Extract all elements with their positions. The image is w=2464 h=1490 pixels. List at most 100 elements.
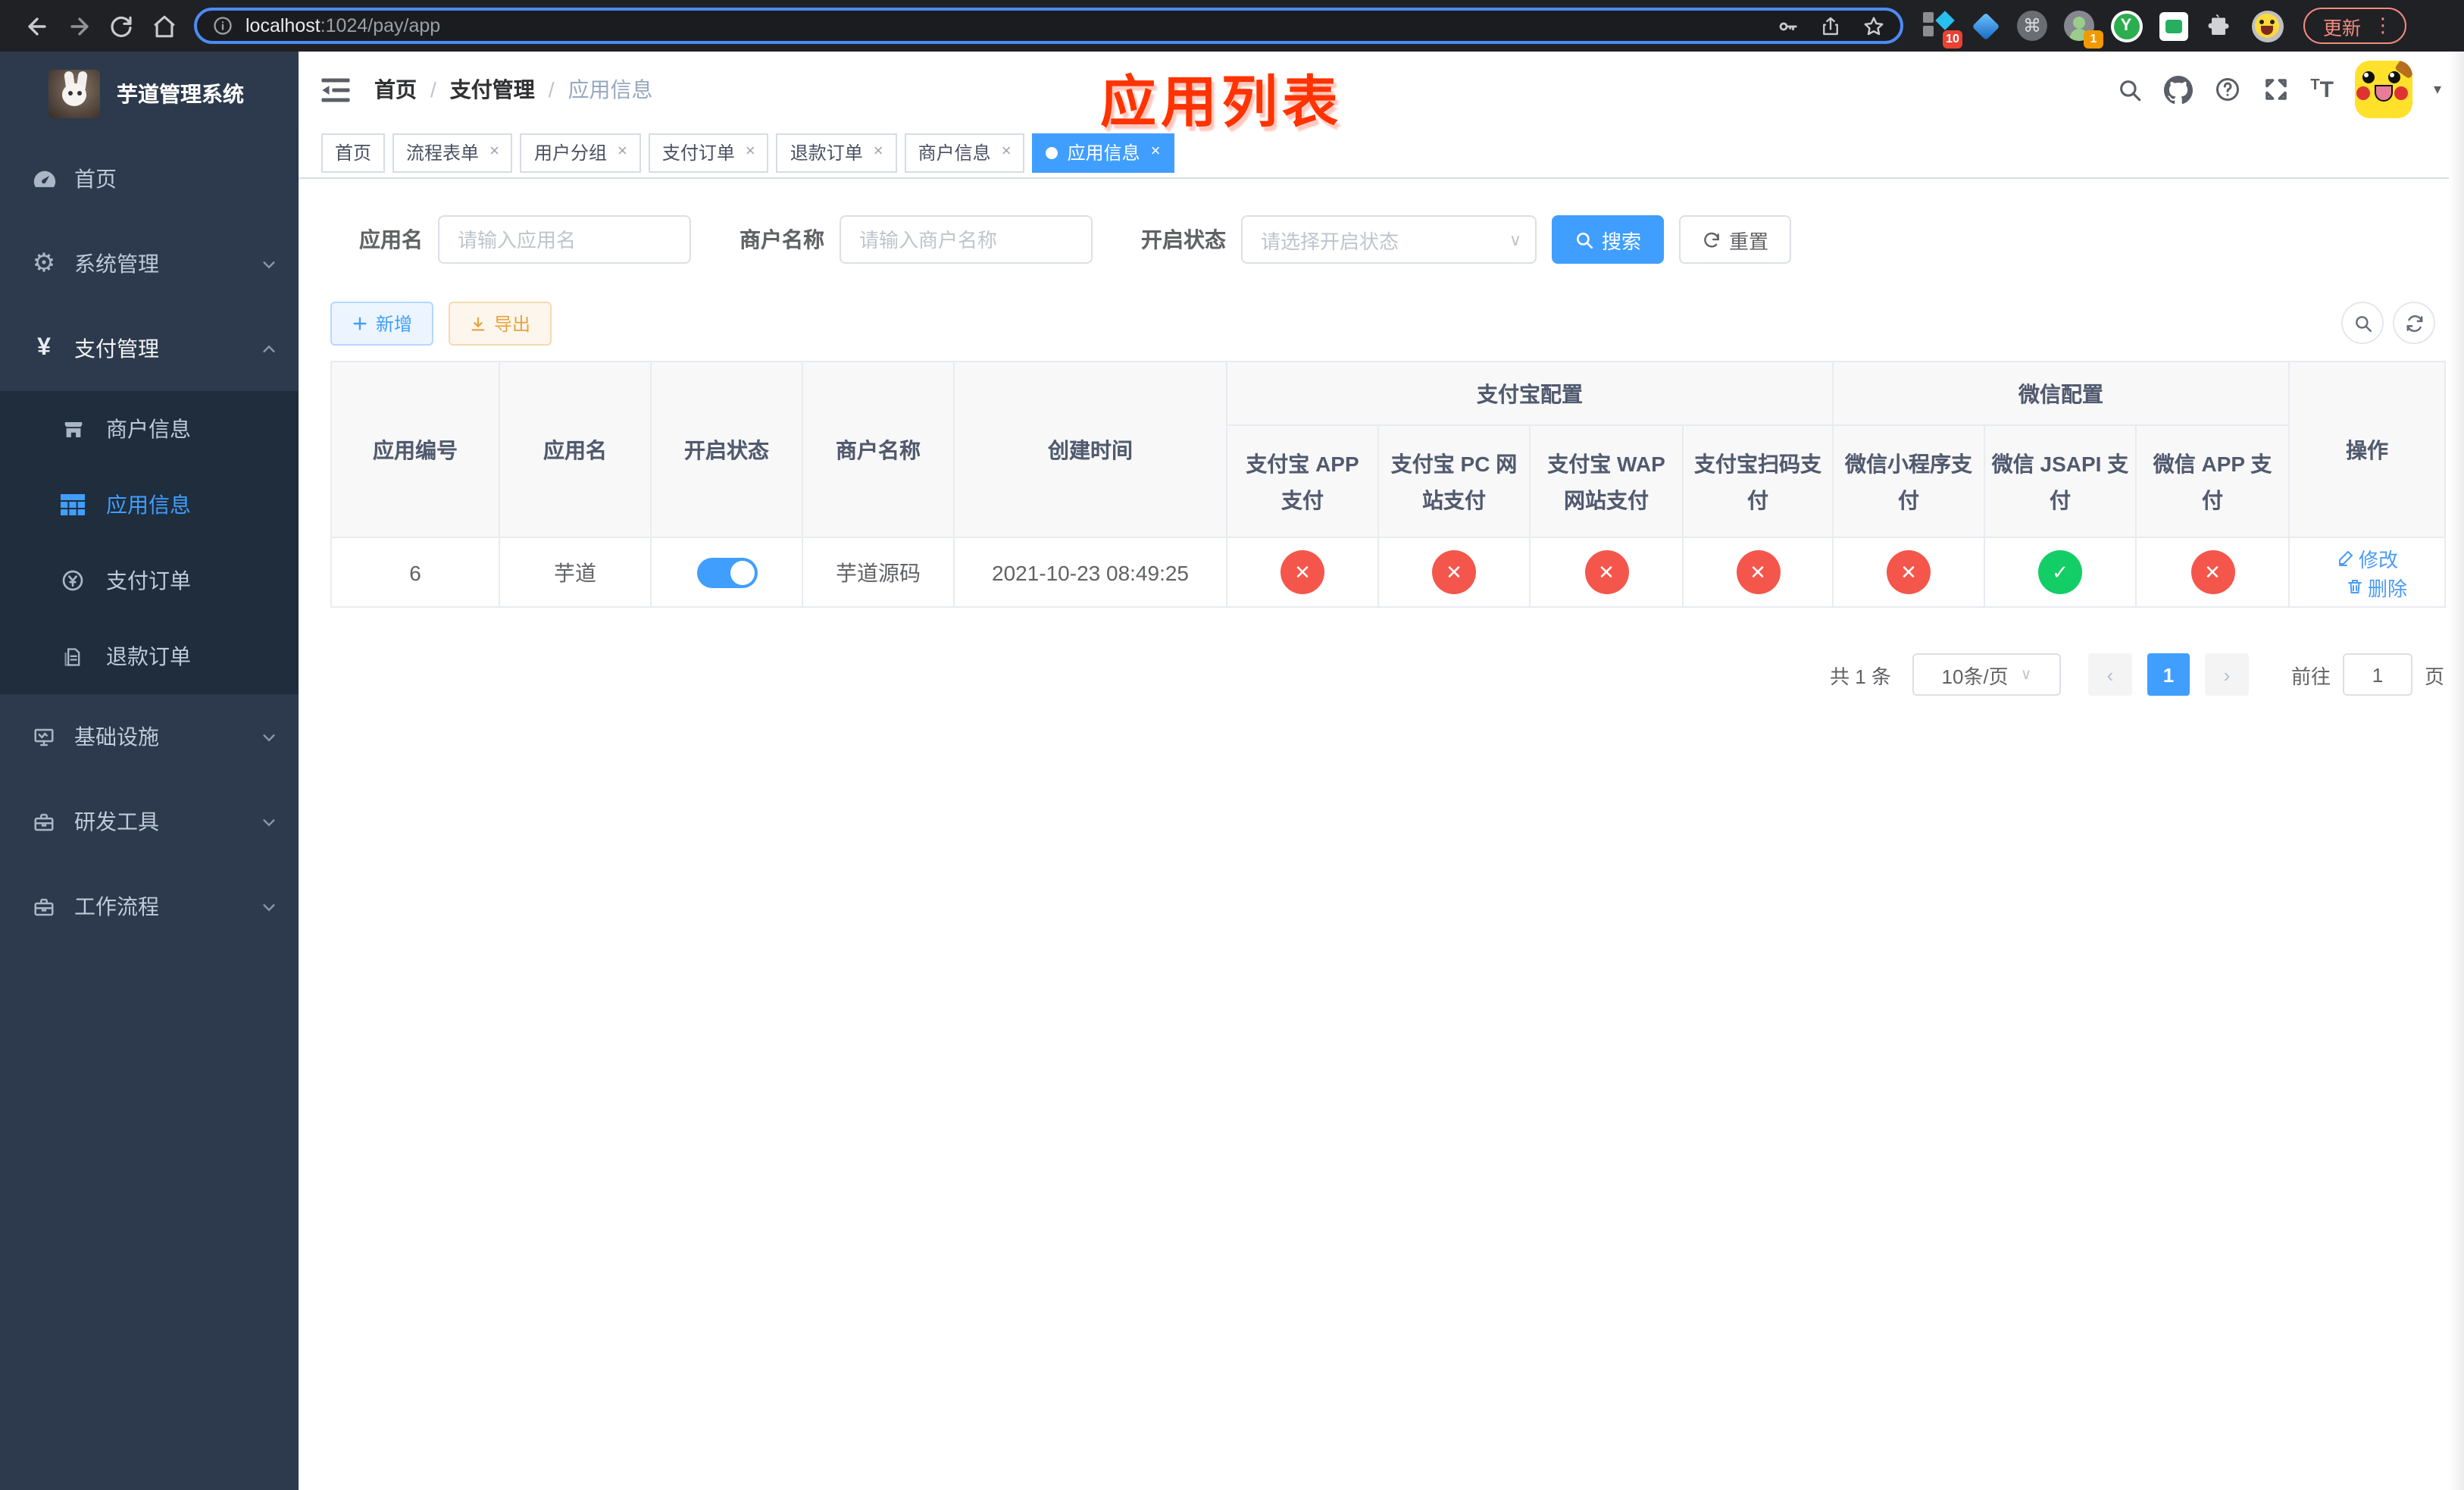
app-name-input[interactable] — [438, 215, 691, 264]
fullscreen-icon[interactable] — [2262, 76, 2289, 103]
chevron-up-icon — [261, 340, 277, 357]
status-fail-icon — [1432, 550, 1476, 594]
extension-profile-icon[interactable]: 1 — [2062, 9, 2103, 49]
sidebar-item-label: 系统管理 — [74, 252, 159, 276]
tab-user-group[interactable]: 用户分组 × — [520, 133, 641, 172]
tab-merchant-info[interactable]: 商户信息 × — [904, 133, 1025, 172]
edit-link[interactable]: 修改 — [2336, 543, 2398, 572]
col-merchant: 商户名称 — [802, 361, 955, 538]
sidebar-item-home[interactable]: 首页 — [0, 136, 299, 221]
close-icon[interactable]: × — [1002, 143, 1012, 161]
table-toolbar: 新增 导出 — [330, 302, 2444, 346]
cell-wechat-app — [2134, 537, 2290, 608]
user-avatar[interactable] — [2354, 61, 2412, 118]
breadcrumb-payment[interactable]: 支付管理 — [450, 74, 535, 105]
next-page-button[interactable]: › — [2204, 653, 2249, 696]
refresh-button[interactable] — [2393, 302, 2435, 344]
sidebar-logo[interactable]: 芋道管理系统 — [0, 52, 299, 136]
sidebar-item-label: 退款订单 — [106, 644, 191, 668]
search-icon — [2355, 315, 2371, 331]
extension-grid-icon[interactable]: 10 — [1921, 9, 1962, 49]
extension-y-icon[interactable]: Y — [2109, 9, 2143, 42]
delete-link[interactable]: 删除 — [2345, 572, 2407, 601]
page-1-button[interactable]: 1 — [2147, 653, 2190, 696]
browser-profile-avatar[interactable] — [2250, 9, 2284, 42]
font-size-icon[interactable]: TT — [2310, 77, 2334, 102]
sidebar-item-merchant-info[interactable]: 商户信息 — [0, 391, 299, 467]
chevron-down-icon — [261, 728, 277, 745]
window-scrollbar[interactable] — [2449, 52, 2464, 1490]
sidebar-item-label: 支付订单 — [106, 568, 191, 593]
status-toggle[interactable] — [696, 557, 757, 587]
sidebar-item-pay-orders[interactable]: 支付订单 — [0, 543, 299, 618]
bookmark-star-icon[interactable] — [1862, 14, 1885, 37]
close-icon[interactable]: × — [874, 143, 883, 161]
site-info-icon[interactable] — [212, 15, 233, 36]
monitor-icon — [30, 725, 58, 748]
goto-prefix: 前往 — [2290, 665, 2331, 687]
tab-process-form[interactable]: 流程表单 × — [392, 133, 513, 172]
header-search-icon[interactable] — [2116, 77, 2142, 102]
dashboard-icon — [30, 166, 58, 192]
password-key-icon[interactable] — [1776, 14, 1799, 37]
goto-page-input[interactable] — [2342, 653, 2412, 696]
sidebar-item-app-info[interactable]: 应用信息 — [0, 467, 299, 543]
group-alipay-config: 支付宝配置 — [1226, 361, 1834, 426]
extension-chat-icon[interactable] — [2156, 9, 2190, 42]
extension-kite-icon[interactable] — [1968, 9, 2002, 42]
sidebar-item-workflow[interactable]: 工作流程 — [0, 864, 299, 949]
chevron-down-icon — [261, 813, 277, 830]
sidebar-item-infra[interactable]: 基础设施 — [0, 694, 299, 779]
sidebar-item-dev-tools[interactable]: 研发工具 — [0, 779, 299, 864]
page-size-select[interactable]: 10条/页 ∨ — [1912, 653, 2061, 696]
tab-home[interactable]: 首页 — [321, 133, 386, 172]
breadcrumb-home[interactable]: 首页 — [374, 74, 417, 105]
avatar-caret-icon[interactable]: ▾ — [2434, 81, 2441, 98]
share-icon[interactable] — [1820, 14, 1841, 37]
hide-search-button[interactable] — [2341, 302, 2384, 344]
forward-icon[interactable] — [58, 5, 100, 47]
tab-label: 商户信息 — [918, 142, 991, 164]
add-button[interactable]: 新增 — [330, 302, 434, 346]
cell-wechat-jsapi — [1984, 537, 2137, 608]
prev-page-button[interactable]: ‹ — [2087, 653, 2132, 696]
reset-button[interactable]: 重置 — [1679, 215, 1792, 264]
status-select[interactable]: 请选择开启状态 ∨ — [1241, 215, 1537, 264]
toolbox-icon — [30, 810, 58, 833]
export-button-label: 导出 — [494, 314, 531, 335]
extensions-puzzle-icon[interactable] — [2203, 9, 2237, 42]
tab-pay-orders[interactable]: 支付订单 × — [648, 133, 769, 172]
github-icon[interactable] — [2163, 75, 2193, 104]
tab-app-info-active[interactable]: 应用信息 × — [1032, 133, 1174, 172]
extension-command-icon[interactable]: ⌘ — [2015, 9, 2049, 42]
cell-app-name: 芋道 — [499, 537, 652, 608]
close-icon[interactable]: × — [1151, 143, 1161, 161]
cell-alipay-qr — [1682, 537, 1834, 608]
close-icon[interactable]: × — [618, 143, 627, 161]
small-t: T — [2310, 77, 2320, 93]
y-glyph: Y — [2113, 13, 2139, 39]
merchant-name-input[interactable] — [840, 215, 1093, 264]
sidebar-item-system[interactable]: ⚙ 系统管理 — [0, 221, 299, 306]
logo-image — [48, 70, 100, 118]
url-bar[interactable]: localhost:1024/pay/app — [194, 8, 1903, 44]
sidebar-item-payment[interactable]: ¥ 支付管理 — [0, 306, 299, 391]
col-alipay-wap: 支付宝 WAP 网站支付 — [1529, 424, 1684, 538]
close-icon[interactable]: × — [489, 143, 499, 161]
help-icon[interactable] — [2213, 76, 2240, 103]
reload-icon[interactable] — [100, 5, 142, 47]
browser-update-button[interactable]: 更新 ⋮ — [2303, 8, 2407, 44]
navbar-actions: TT ▾ — [2116, 61, 2441, 118]
browser-menu-icon[interactable]: ⋮ — [2367, 14, 2399, 38]
sidebar-item-refund-orders[interactable]: 退款订单 — [0, 618, 299, 694]
back-icon[interactable] — [15, 5, 58, 47]
col-wechat-lite: 微信小程序支付 — [1832, 424, 1985, 538]
home-icon[interactable] — [142, 5, 185, 47]
tab-refund-orders[interactable]: 退款订单 × — [776, 133, 897, 172]
search-button[interactable]: 搜索 — [1552, 215, 1665, 264]
sidebar-collapse-icon[interactable] — [321, 77, 350, 102]
export-button[interactable]: 导出 — [449, 302, 552, 346]
cell-app-id: 6 — [330, 537, 500, 608]
pagination: 共 1 条 10条/页 ∨ ‹ 1 › 前往 页 — [330, 653, 2444, 696]
close-icon[interactable]: × — [746, 143, 755, 161]
